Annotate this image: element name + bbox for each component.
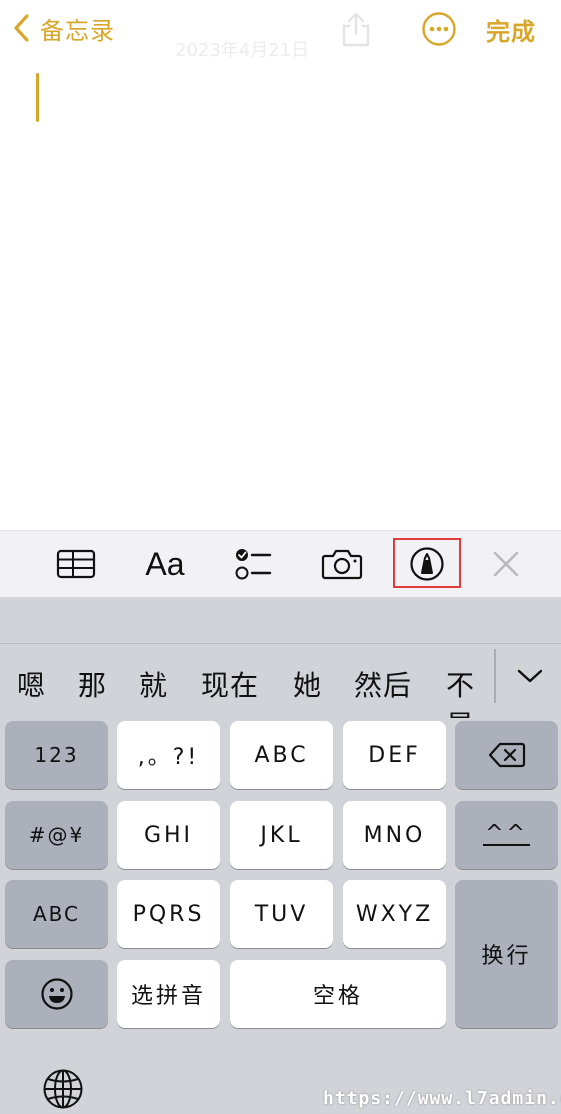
close-toolbar-button[interactable] bbox=[486, 531, 526, 597]
key-123[interactable]: 123 bbox=[5, 721, 108, 789]
chevron-left-icon bbox=[14, 14, 29, 42]
key-pqrs[interactable]: PQRS bbox=[117, 880, 220, 948]
key-symbols[interactable]: #@¥ bbox=[5, 801, 108, 869]
candidate-divider bbox=[494, 649, 496, 703]
key-punctuation[interactable]: ,。?! bbox=[117, 721, 220, 789]
candidate-word[interactable]: 嗯 bbox=[17, 664, 46, 704]
candidate-word[interactable]: 就 bbox=[139, 664, 168, 704]
table-button[interactable] bbox=[52, 531, 100, 597]
candidate-word[interactable]: 她 bbox=[293, 664, 322, 704]
done-button[interactable]: 完成 bbox=[486, 12, 536, 47]
key-def[interactable]: DEF bbox=[343, 721, 446, 789]
chinese-keyboard: 嗯 那 就 现在 她 然后 不是 123 ,。?! ABC DEF #@¥ GH… bbox=[0, 597, 561, 1114]
watermark-text: https://www.l7admin.cc bbox=[323, 1088, 561, 1109]
nav-bar: 备忘录 2023年4月21日 完成 bbox=[0, 0, 561, 61]
candidate-bar: 嗯 那 就 现在 她 然后 不是 bbox=[0, 644, 494, 718]
markup-highlight-box bbox=[393, 538, 461, 588]
key-abc-mode[interactable]: ABC bbox=[5, 880, 108, 948]
close-icon bbox=[493, 551, 519, 577]
camera-button[interactable] bbox=[318, 531, 366, 597]
key-select-pinyin[interactable]: 选拼音 bbox=[117, 960, 220, 1028]
faded-date-header: 2023年4月21日 bbox=[175, 40, 310, 61]
emoji-key[interactable] bbox=[5, 960, 108, 1028]
key-abc[interactable]: ABC bbox=[230, 721, 333, 789]
candidate-word[interactable]: 那 bbox=[78, 664, 107, 704]
return-key[interactable]: 换行 bbox=[455, 880, 558, 1028]
back-label: 备忘录 bbox=[40, 16, 115, 45]
back-button[interactable]: 备忘录 bbox=[10, 10, 115, 46]
key-tuv[interactable]: TUV bbox=[230, 880, 333, 948]
camera-icon bbox=[321, 549, 363, 580]
table-icon bbox=[56, 549, 96, 579]
key-emoticon[interactable]: ^^ bbox=[455, 801, 558, 869]
emoticon-label: ^^ bbox=[483, 821, 530, 846]
text-cursor bbox=[36, 73, 39, 122]
space-key[interactable]: 空格 bbox=[230, 960, 446, 1028]
key-wxyz[interactable]: WXYZ bbox=[343, 880, 446, 948]
key-mno[interactable]: MNO bbox=[343, 801, 446, 869]
key-ghi[interactable]: GHI bbox=[117, 801, 220, 869]
share-icon[interactable] bbox=[338, 10, 374, 48]
checklist-button[interactable] bbox=[230, 531, 274, 597]
notes-toolbar: Aa bbox=[0, 530, 561, 597]
keyboard-top-strip bbox=[0, 597, 561, 644]
text-format-button[interactable]: Aa bbox=[140, 531, 190, 597]
candidate-word[interactable]: 然后 bbox=[354, 664, 412, 704]
checklist-icon bbox=[235, 549, 272, 580]
more-options-icon[interactable] bbox=[421, 11, 457, 47]
delete-backspace-icon bbox=[488, 742, 525, 768]
chevron-down-icon[interactable] bbox=[515, 667, 545, 687]
candidate-word[interactable]: 现在 bbox=[201, 664, 259, 704]
emoji-icon bbox=[40, 978, 73, 1010]
key-jkl[interactable]: JKL bbox=[230, 801, 333, 869]
candidate-word[interactable]: 不是 bbox=[446, 664, 494, 718]
globe-icon[interactable] bbox=[42, 1068, 84, 1110]
delete-key[interactable] bbox=[455, 721, 558, 789]
